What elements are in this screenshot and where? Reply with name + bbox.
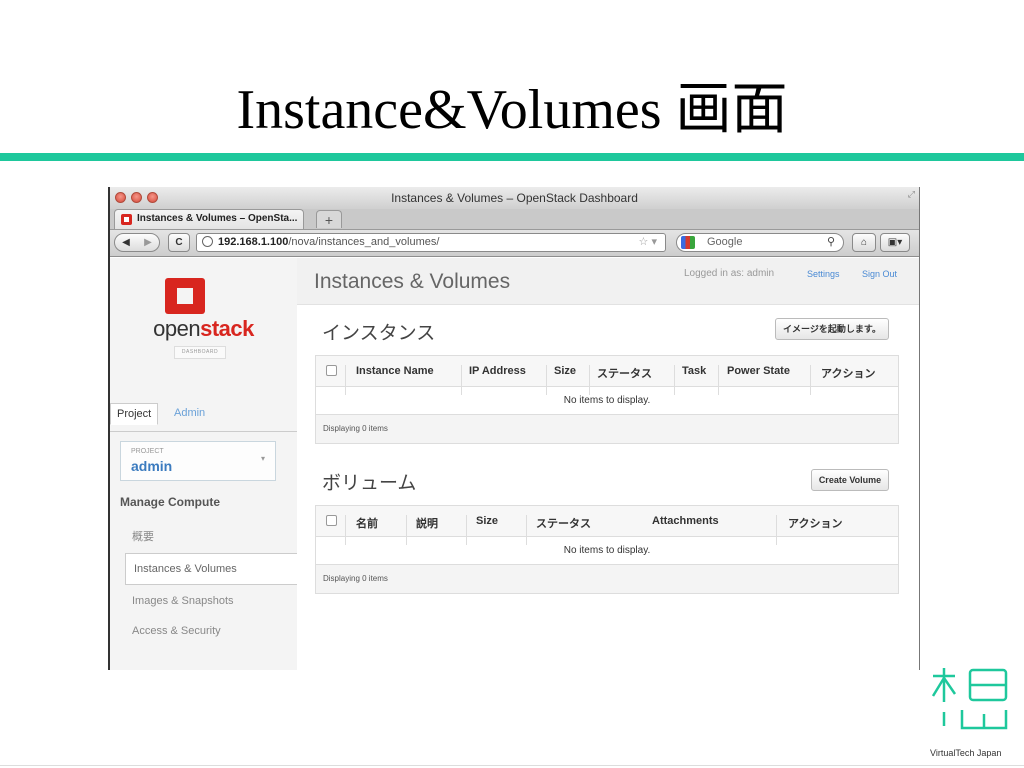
page-header: Instances & Volumes Logged in as: admin … xyxy=(297,258,919,305)
page-title: Instances & Volumes xyxy=(314,270,511,293)
launch-instance-button[interactable]: イメージを起動します。 xyxy=(775,318,889,340)
column-actions: アクション xyxy=(821,368,876,380)
openstack-logo-icon xyxy=(165,278,205,314)
sidebar-tabs: Project Admin xyxy=(110,395,297,432)
sidebar-item-access-security[interactable]: Access & Security xyxy=(132,625,221,637)
forward-arrow-icon[interactable]: ▶ xyxy=(137,234,159,251)
column-actions: アクション xyxy=(788,518,843,530)
url-host: 192.168.1.100 xyxy=(218,236,289,248)
instances-table: Instance Name IP Address Size ステータス Task… xyxy=(315,355,899,444)
column-ip-address[interactable]: IP Address xyxy=(469,365,526,377)
column-size[interactable]: Size xyxy=(476,515,498,527)
column-task[interactable]: Task xyxy=(682,365,706,377)
settings-link[interactable]: Settings xyxy=(807,269,840,279)
volumes-section-title: ボリューム xyxy=(322,473,417,494)
bookmark-star-icon[interactable]: ☆ ▾ xyxy=(639,234,657,251)
virtualtech-logo-icon xyxy=(931,668,1008,730)
logged-in-status: Logged in as: admin xyxy=(684,268,775,279)
sign-out-link[interactable]: Sign Out xyxy=(862,269,897,279)
extensions-button[interactable]: ▣▾ xyxy=(880,233,910,252)
fullscreen-icon[interactable]: ⤢ xyxy=(908,189,915,200)
instances-table-header: Instance Name IP Address Size ステータス Task… xyxy=(316,356,898,395)
search-icon[interactable]: ⚲ xyxy=(827,234,835,251)
tab-bar: Instances & Volumes – OpenSta... + xyxy=(110,209,919,230)
select-all-checkbox[interactable] xyxy=(326,515,337,526)
column-instance-name[interactable]: Instance Name xyxy=(356,365,434,377)
volumes-empty-row: No items to display. xyxy=(316,537,898,565)
navigation-bar: ◀ ▶ C 192.168.1.100/nova/instances_and_vo… xyxy=(110,230,919,257)
select-all-checkbox[interactable] xyxy=(326,365,337,376)
globe-icon xyxy=(202,236,213,247)
project-switcher[interactable]: PROJECT admin ▾ xyxy=(120,441,276,481)
title-rule xyxy=(0,153,1024,161)
new-tab-button[interactable]: + xyxy=(316,210,342,228)
manage-compute-heading: Manage Compute xyxy=(120,495,221,509)
create-volume-button[interactable]: Create Volume xyxy=(811,469,889,491)
search-bar[interactable]: Google ⚲ xyxy=(676,233,844,252)
reload-button[interactable]: C xyxy=(168,233,190,252)
address-bar[interactable]: 192.168.1.100/nova/instances_and_volumes… xyxy=(196,233,666,252)
volumes-table-header: 名前 説明 Size ステータス Attachments アクション xyxy=(316,506,898,545)
bottom-rule xyxy=(0,765,1024,766)
column-size[interactable]: Size xyxy=(554,365,576,377)
volumes-table-footer: Displaying 0 items xyxy=(316,565,898,593)
dashboard-subtitle: DASHBOARD xyxy=(174,346,226,359)
column-power-state[interactable]: Power State xyxy=(727,365,790,377)
window-title: Instances & Volumes – OpenStack Dashboar… xyxy=(391,191,638,205)
sidebar-item-instances-volumes[interactable]: Instances & Volumes xyxy=(125,553,297,585)
instances-section-title: インスタンス xyxy=(322,323,436,344)
column-name[interactable]: 名前 xyxy=(356,515,378,531)
tab-admin[interactable]: Admin xyxy=(168,403,211,423)
project-name: admin xyxy=(131,458,173,474)
tab-title: Instances & Volumes – OpenSta... xyxy=(137,213,298,224)
chevron-down-icon: ▾ xyxy=(260,454,265,463)
slide-title: Instance&Volumes 画面 xyxy=(236,79,788,141)
column-status[interactable]: ステータス xyxy=(536,515,591,531)
openstack-favicon-icon xyxy=(121,214,132,225)
main-content: Instances & Volumes Logged in as: admin … xyxy=(297,258,919,670)
column-status[interactable]: ステータス xyxy=(597,365,652,381)
browser-tab-active[interactable]: Instances & Volumes – OpenSta... xyxy=(114,209,304,229)
search-placeholder: Google xyxy=(707,236,743,248)
volumes-table: 名前 説明 Size ステータス Attachments アクション No it… xyxy=(315,505,899,594)
instances-table-footer: Displaying 0 items xyxy=(316,415,898,443)
back-forward-buttons: ◀ ▶ xyxy=(114,233,160,252)
column-attachments[interactable]: Attachments xyxy=(652,515,719,527)
back-arrow-icon[interactable]: ◀ xyxy=(115,234,137,251)
sidebar-item-images-snapshots[interactable]: Images & Snapshots xyxy=(132,595,234,607)
url-path: /nova/instances_and_volumes/ xyxy=(288,236,440,248)
home-button[interactable]: ⌂ xyxy=(852,233,876,252)
sidebar-item-overview[interactable]: 概要 xyxy=(132,528,154,544)
tab-project[interactable]: Project xyxy=(110,403,159,425)
openstack-wordmark: openstack xyxy=(153,316,254,341)
browser-window: Instances & Volumes – OpenStack Dashboar… xyxy=(108,187,920,670)
window-titlebar: Instances & Volumes – OpenStack Dashboar… xyxy=(110,187,919,209)
google-icon xyxy=(681,236,695,249)
virtualtech-logo-text: VirtualTech Japan xyxy=(930,748,1002,758)
column-description[interactable]: 説明 xyxy=(416,515,438,531)
project-label: PROJECT xyxy=(131,448,164,455)
sidebar: openstack DASHBOARD Project Admin PROJEC… xyxy=(110,258,297,670)
